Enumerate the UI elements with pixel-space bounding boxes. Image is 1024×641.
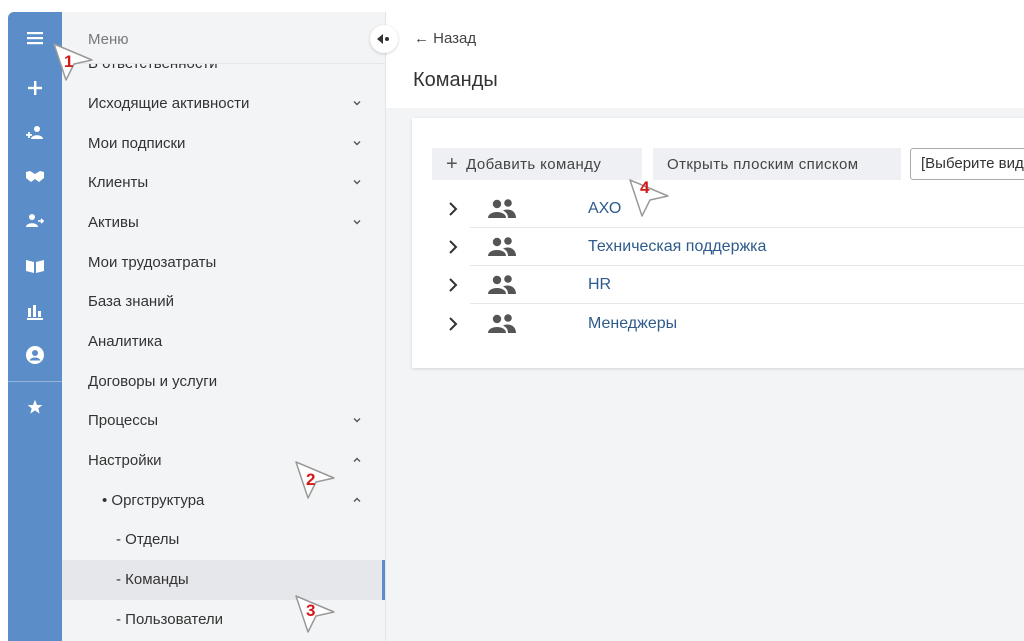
expand-chevron-icon[interactable] bbox=[444, 238, 462, 256]
expand-chevron-icon[interactable] bbox=[444, 276, 462, 294]
sidebar-item[interactable]: Договоры и услуги bbox=[62, 362, 385, 402]
chevron-down-icon[interactable] bbox=[350, 96, 364, 110]
handshake-icon[interactable] bbox=[8, 162, 62, 190]
annotation-number: 2 bbox=[306, 470, 316, 489]
star-icon[interactable] bbox=[8, 393, 62, 421]
expand-chevron-icon[interactable] bbox=[444, 315, 462, 333]
sidebar-item[interactable]: Мои трудозатраты bbox=[62, 243, 385, 283]
sidebar-item-label: Клиенты bbox=[88, 174, 149, 191]
sidebar-item-label: - Отделы bbox=[116, 531, 180, 548]
chevron-down-icon[interactable] bbox=[350, 215, 364, 229]
view-select[interactable]: [Выберите вид bbox=[910, 148, 1024, 180]
sidebar-item[interactable]: База знаний bbox=[62, 282, 385, 322]
team-row: Техническая поддержка bbox=[449, 228, 1024, 266]
chevron-down-icon[interactable] bbox=[350, 136, 364, 150]
sidebar-item[interactable]: Мои подписки bbox=[62, 124, 385, 164]
sidebar-menu: Меню В ответственности Исходящие активно… bbox=[62, 12, 386, 641]
team-row: АХО bbox=[449, 190, 1024, 228]
open-flat-list-button[interactable]: Открыть плоским списком bbox=[653, 148, 901, 180]
sidebar-item-label: Договоры и услуги bbox=[88, 373, 218, 390]
chevron-up-icon[interactable] bbox=[350, 453, 364, 467]
chevron-up-icon[interactable] bbox=[350, 493, 364, 507]
sidebar-item-label: Настройки bbox=[88, 452, 162, 469]
sidebar-item-label: Аналитика bbox=[88, 333, 163, 350]
add-team-button[interactable]: + Добавить команду bbox=[432, 148, 642, 180]
sidebar-item[interactable]: - Отделы bbox=[62, 520, 385, 560]
team-row: Менеджеры bbox=[449, 305, 1024, 343]
account-circle-icon[interactable] bbox=[8, 341, 62, 369]
back-link[interactable]: ← Назад bbox=[414, 30, 476, 47]
sidebar-item[interactable]: Клиенты bbox=[62, 163, 385, 203]
rail-divider bbox=[8, 381, 62, 382]
user-transfer-icon[interactable] bbox=[8, 206, 62, 234]
annotation-cursor-icon bbox=[52, 42, 98, 82]
annotation-number: 4 bbox=[640, 178, 650, 197]
book-icon[interactable] bbox=[8, 252, 62, 280]
team-name-link[interactable]: Техническая поддержка bbox=[588, 238, 766, 256]
group-icon bbox=[488, 274, 516, 296]
chevron-down-icon[interactable] bbox=[350, 175, 364, 189]
sidebar-item-label: Процессы bbox=[88, 412, 159, 429]
add-team-label: Добавить команду bbox=[466, 155, 602, 173]
annotation-cursor-icon bbox=[628, 178, 674, 218]
teams-card: + Добавить команду Открыть плоским списк… bbox=[412, 118, 1024, 368]
chevron-down-icon[interactable] bbox=[350, 413, 364, 427]
sidebar-item-label: - Пользователи bbox=[116, 611, 224, 628]
sidebar-item-label: - Команды bbox=[116, 571, 189, 588]
group-icon bbox=[488, 236, 516, 258]
group-icon bbox=[488, 198, 516, 220]
team-name-link[interactable]: HR bbox=[588, 276, 611, 294]
menu-header: Меню bbox=[62, 12, 385, 64]
sidebar-item-label: База знаний bbox=[88, 293, 174, 310]
sidebar-item-label: Мои подписки bbox=[88, 135, 186, 152]
sidebar-item[interactable]: Активы bbox=[62, 203, 385, 243]
page-header: ← Назад Команды bbox=[386, 12, 1024, 108]
sidebar-item-label: Мои трудозатраты bbox=[88, 254, 217, 271]
annotation-cursor-icon bbox=[294, 460, 340, 500]
group-icon bbox=[488, 313, 516, 335]
icon-rail bbox=[8, 12, 62, 641]
team-row: HR bbox=[449, 266, 1024, 304]
annotation-number: 1 bbox=[64, 52, 74, 71]
bar-chart-icon[interactable] bbox=[8, 298, 62, 326]
collapse-arrows-icon bbox=[377, 34, 389, 44]
sidebar-collapse-button[interactable] bbox=[370, 25, 398, 53]
expand-chevron-icon[interactable] bbox=[444, 200, 462, 218]
annotation-number: 3 bbox=[306, 601, 316, 620]
sidebar-item[interactable]: Процессы bbox=[62, 401, 385, 441]
sidebar-item[interactable]: Исходящие активности bbox=[62, 84, 385, 124]
sidebar-item[interactable]: Аналитика bbox=[62, 322, 385, 362]
main-content: ← Назад Команды + Добавить команду Откры… bbox=[386, 12, 1024, 641]
user-add-icon[interactable] bbox=[8, 118, 62, 146]
sidebar-item-label: • Оргструктура bbox=[102, 492, 205, 509]
sidebar-item-label: Активы bbox=[88, 214, 139, 231]
page-title: Команды bbox=[413, 69, 498, 91]
plus-icon: + bbox=[446, 152, 459, 175]
annotation-cursor-icon bbox=[294, 594, 340, 634]
team-name-link[interactable]: Менеджеры bbox=[588, 315, 677, 333]
sidebar-item-label: Исходящие активности bbox=[88, 95, 250, 112]
team-name-link[interactable]: АХО bbox=[588, 200, 621, 218]
